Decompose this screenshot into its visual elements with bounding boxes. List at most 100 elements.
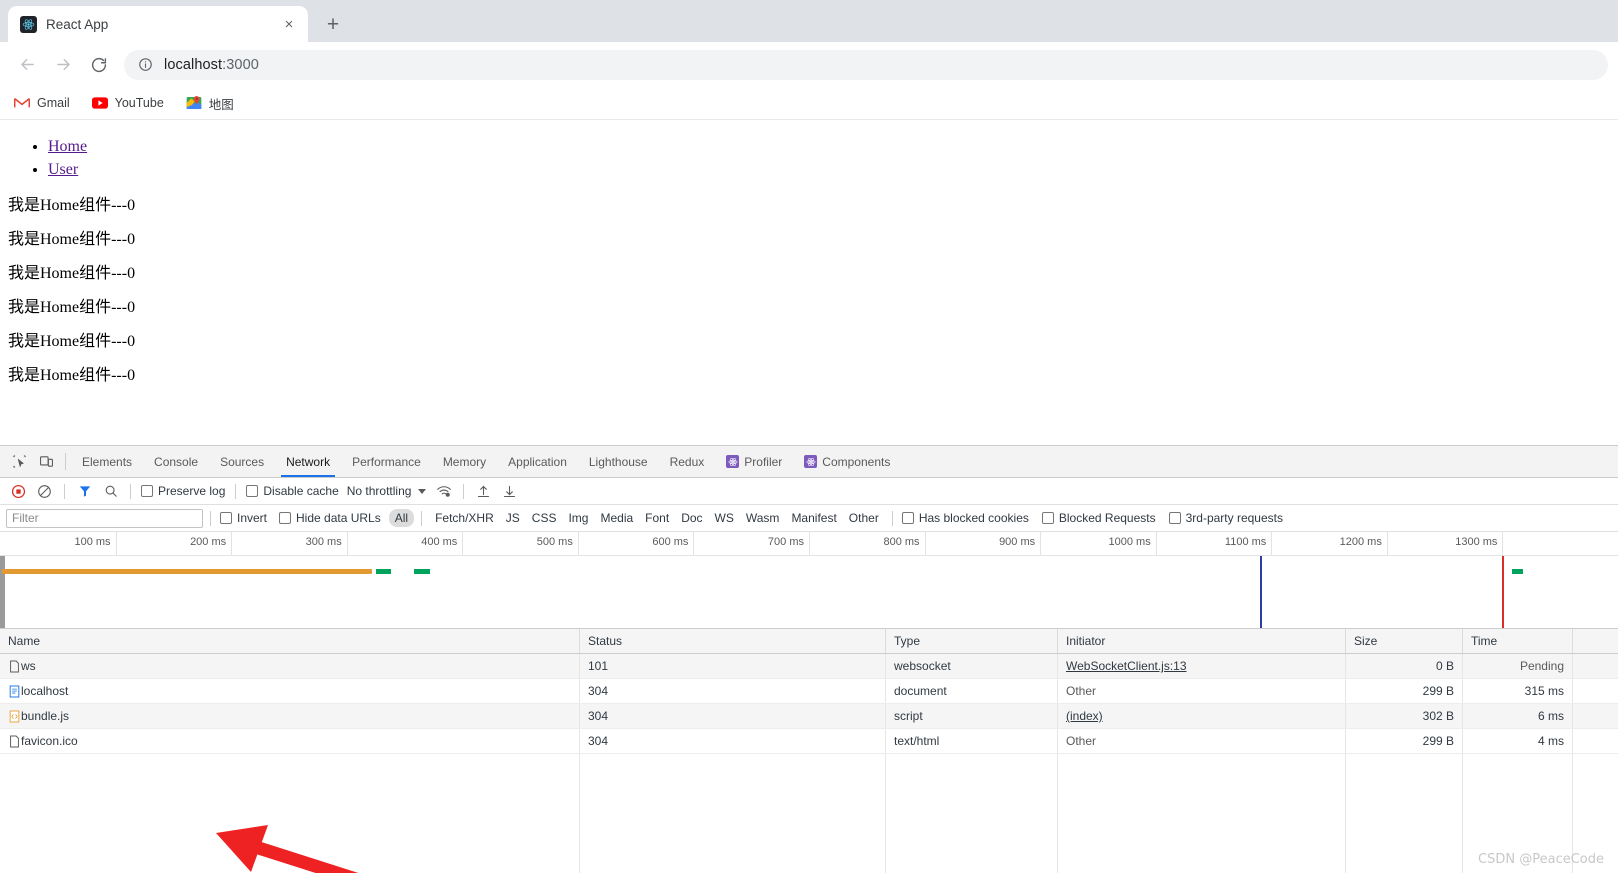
- reload-icon[interactable]: [82, 48, 116, 82]
- overview-left-handle[interactable]: [0, 556, 5, 628]
- forward-icon[interactable]: [46, 48, 80, 82]
- network-request-table: Name Status Type Initiator Size Time ws …: [0, 629, 1618, 873]
- type-filter-manifest[interactable]: Manifest: [785, 509, 842, 527]
- bookmark-youtube[interactable]: YouTube: [91, 95, 164, 111]
- checkbox-label: Hide data URLs: [296, 511, 381, 525]
- divider: [891, 510, 893, 526]
- type-filter-font[interactable]: Font: [639, 509, 675, 527]
- gmail-icon: [14, 95, 30, 111]
- type-filter-media[interactable]: Media: [594, 509, 639, 527]
- new-tab-button[interactable]: +: [318, 9, 348, 39]
- tab-application[interactable]: Application: [497, 446, 578, 477]
- request-name: favicon.ico: [21, 734, 78, 748]
- column-header-initiator[interactable]: Initiator: [1058, 629, 1346, 653]
- type-filter-ws[interactable]: WS: [709, 509, 740, 527]
- cell-initiator[interactable]: (index): [1058, 704, 1346, 728]
- tab-lighthouse[interactable]: Lighthouse: [578, 446, 659, 477]
- watermark: CSDN @PeaceCode: [1478, 852, 1604, 867]
- disable-cache-checkbox[interactable]: Disable cache: [244, 484, 340, 498]
- table-row[interactable]: ws 101 websocket WebSocketClient.js:13 0…: [0, 654, 1618, 679]
- record-stop-icon[interactable]: [7, 480, 30, 502]
- close-icon[interactable]: ×: [280, 15, 298, 33]
- type-filter-img[interactable]: Img: [562, 509, 594, 527]
- type-filter-css[interactable]: CSS: [526, 509, 563, 527]
- hide-data-urls-checkbox[interactable]: Hide data URLs: [277, 511, 383, 525]
- cell-initiator: Other: [1058, 679, 1346, 703]
- column-header-status[interactable]: Status: [580, 629, 886, 653]
- invert-checkbox[interactable]: Invert: [218, 511, 269, 525]
- tab-label: Application: [508, 454, 567, 469]
- column-header-time[interactable]: Time: [1463, 629, 1573, 653]
- filter-input[interactable]: [6, 508, 203, 528]
- type-filter-js[interactable]: JS: [500, 509, 526, 527]
- tab-sources[interactable]: Sources: [209, 446, 275, 477]
- dom-content-loaded-marker: [1259, 556, 1262, 628]
- type-filter-other[interactable]: Other: [843, 509, 885, 527]
- table-row[interactable]: favicon.ico 304 text/html Other 299 B 4 …: [0, 729, 1618, 754]
- tab-redux[interactable]: Redux: [659, 446, 716, 477]
- cell-name: localhost: [0, 679, 580, 703]
- type-filter-all[interactable]: All: [388, 509, 415, 527]
- route-nav-list: Home User: [8, 136, 1610, 181]
- has-blocked-cookies-checkbox[interactable]: Has blocked cookies: [900, 511, 1031, 525]
- browser-tab[interactable]: React App ×: [8, 6, 308, 42]
- device-toolbar-icon[interactable]: [33, 446, 60, 477]
- request-name: localhost: [21, 684, 69, 698]
- type-filter-fetch-xhr[interactable]: Fetch/XHR: [429, 509, 500, 527]
- overview-tick-label: 1300 ms: [1455, 536, 1498, 548]
- cell-type: text/html: [886, 729, 1058, 753]
- tab-profiler[interactable]: Profiler: [715, 446, 793, 477]
- tab-label: Network: [286, 454, 331, 469]
- url-port: :3000: [222, 56, 259, 73]
- table-row[interactable]: bundle.js 304 script (index) 302 B 6 ms: [0, 704, 1618, 729]
- react-logo-icon: [804, 455, 818, 468]
- cell-status: 304: [580, 729, 886, 753]
- bookmark-maps[interactable]: 地图: [186, 94, 234, 113]
- table-row[interactable]: localhost 304 document Other 299 B 315 m…: [0, 679, 1618, 704]
- third-party-requests-checkbox[interactable]: 3rd-party requests: [1167, 511, 1285, 525]
- network-conditions-icon[interactable]: [432, 480, 455, 502]
- cell-size: 299 B: [1346, 679, 1463, 703]
- overview-tick-label: 800 ms: [883, 536, 920, 548]
- back-icon[interactable]: [10, 48, 44, 82]
- tab-memory[interactable]: Memory: [432, 446, 497, 477]
- import-har-icon[interactable]: [472, 480, 495, 502]
- bookmark-label: Gmail: [37, 96, 70, 110]
- initiator-link[interactable]: WebSocketClient.js:13: [1066, 659, 1187, 673]
- network-overview[interactable]: 100 ms 200 ms 300 ms 400 ms 500 ms 600 ms 700 …: [0, 532, 1618, 629]
- home-paragraph: 我是Home组件---0: [8, 197, 136, 215]
- inspect-element-icon[interactable]: [6, 446, 33, 477]
- search-icon[interactable]: [99, 480, 122, 502]
- tab-console[interactable]: Console: [143, 446, 209, 477]
- column-header-type[interactable]: Type: [886, 629, 1058, 653]
- filter-funnel-icon[interactable]: [73, 480, 96, 502]
- divider: [421, 510, 423, 526]
- nav-link-user[interactable]: User: [48, 161, 78, 178]
- info-circle-icon[interactable]: [138, 57, 153, 72]
- column-header-name[interactable]: Name: [0, 629, 580, 653]
- overview-tick-label: 900 ms: [999, 536, 1036, 548]
- nav-link-home[interactable]: Home: [48, 138, 87, 155]
- bookmark-gmail[interactable]: Gmail: [14, 95, 70, 111]
- type-filter-doc[interactable]: Doc: [675, 509, 708, 527]
- tab-label: Profiler: [744, 454, 783, 469]
- export-har-icon[interactable]: [498, 480, 521, 502]
- cell-initiator[interactable]: WebSocketClient.js:13: [1058, 654, 1346, 678]
- clear-icon[interactable]: [33, 480, 56, 502]
- tab-components[interactable]: Components: [793, 446, 901, 477]
- throttling-dropdown[interactable]: No throttling: [344, 484, 430, 498]
- initiator-link[interactable]: (index): [1066, 709, 1103, 723]
- overview-marker: [413, 569, 430, 574]
- column-header-size[interactable]: Size: [1346, 629, 1463, 653]
- tab-network[interactable]: Network: [275, 446, 341, 477]
- address-bar[interactable]: localhost:3000: [124, 49, 1608, 80]
- overview-graph[interactable]: [0, 556, 1618, 628]
- url-host: localhost: [164, 56, 223, 73]
- preserve-log-checkbox[interactable]: Preserve log: [139, 484, 227, 498]
- react-logo-icon: [20, 15, 37, 33]
- tab-performance[interactable]: Performance: [341, 446, 432, 477]
- blocked-requests-checkbox[interactable]: Blocked Requests: [1040, 511, 1158, 525]
- type-filter-wasm[interactable]: Wasm: [740, 509, 786, 527]
- tab-elements[interactable]: Elements: [71, 446, 143, 477]
- home-paragraph: 我是Home组件---0: [8, 299, 136, 317]
